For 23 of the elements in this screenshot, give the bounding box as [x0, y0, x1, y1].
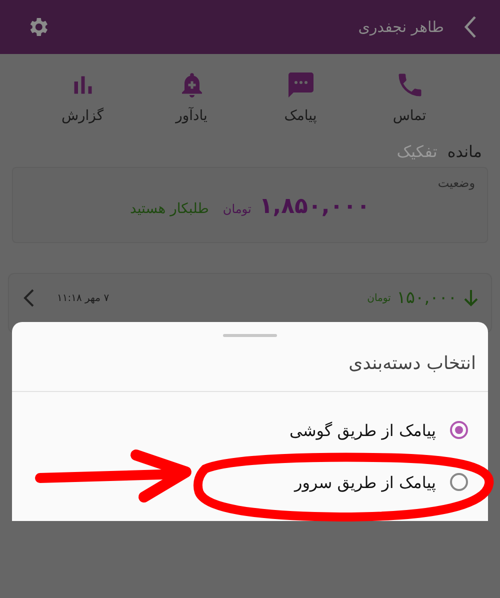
action-button[interactable]: تماس — [370, 70, 450, 124]
status-text: طلبکار هستید — [130, 201, 209, 217]
action-button[interactable]: گزارش — [42, 70, 122, 124]
radio-option[interactable]: پیامک از طریق گوشی — [12, 404, 488, 456]
sheet-title: انتخاب دسته‌بندی — [348, 352, 477, 376]
action-button[interactable]: یادآور — [152, 70, 232, 124]
drag-handle[interactable] — [223, 334, 277, 337]
transaction-amount: ۱۵۰,۰۰۰ — [396, 288, 457, 308]
currency-label: تومان — [367, 292, 391, 304]
down-arrow-icon — [463, 288, 479, 308]
currency-label: تومان — [222, 202, 252, 216]
action-button[interactable]: پیامک — [260, 70, 340, 124]
balance-amount: ۱,۸۵۰,۰۰۰ — [259, 194, 370, 219]
chevron-icon[interactable] — [23, 288, 35, 308]
radio-option[interactable]: پیامک از طریق سرور — [12, 456, 488, 508]
radio-button[interactable] — [450, 473, 468, 491]
back-icon[interactable] — [464, 15, 478, 39]
tab[interactable]: مانده — [447, 142, 482, 161]
contact-name: طاهر نجفدری — [358, 18, 444, 36]
message-icon — [286, 70, 316, 100]
radio-button[interactable] — [450, 421, 468, 439]
status-label: وضعیت — [436, 175, 476, 190]
transaction-date: ۷ مهر ۱۱:۱۸ — [57, 292, 110, 304]
